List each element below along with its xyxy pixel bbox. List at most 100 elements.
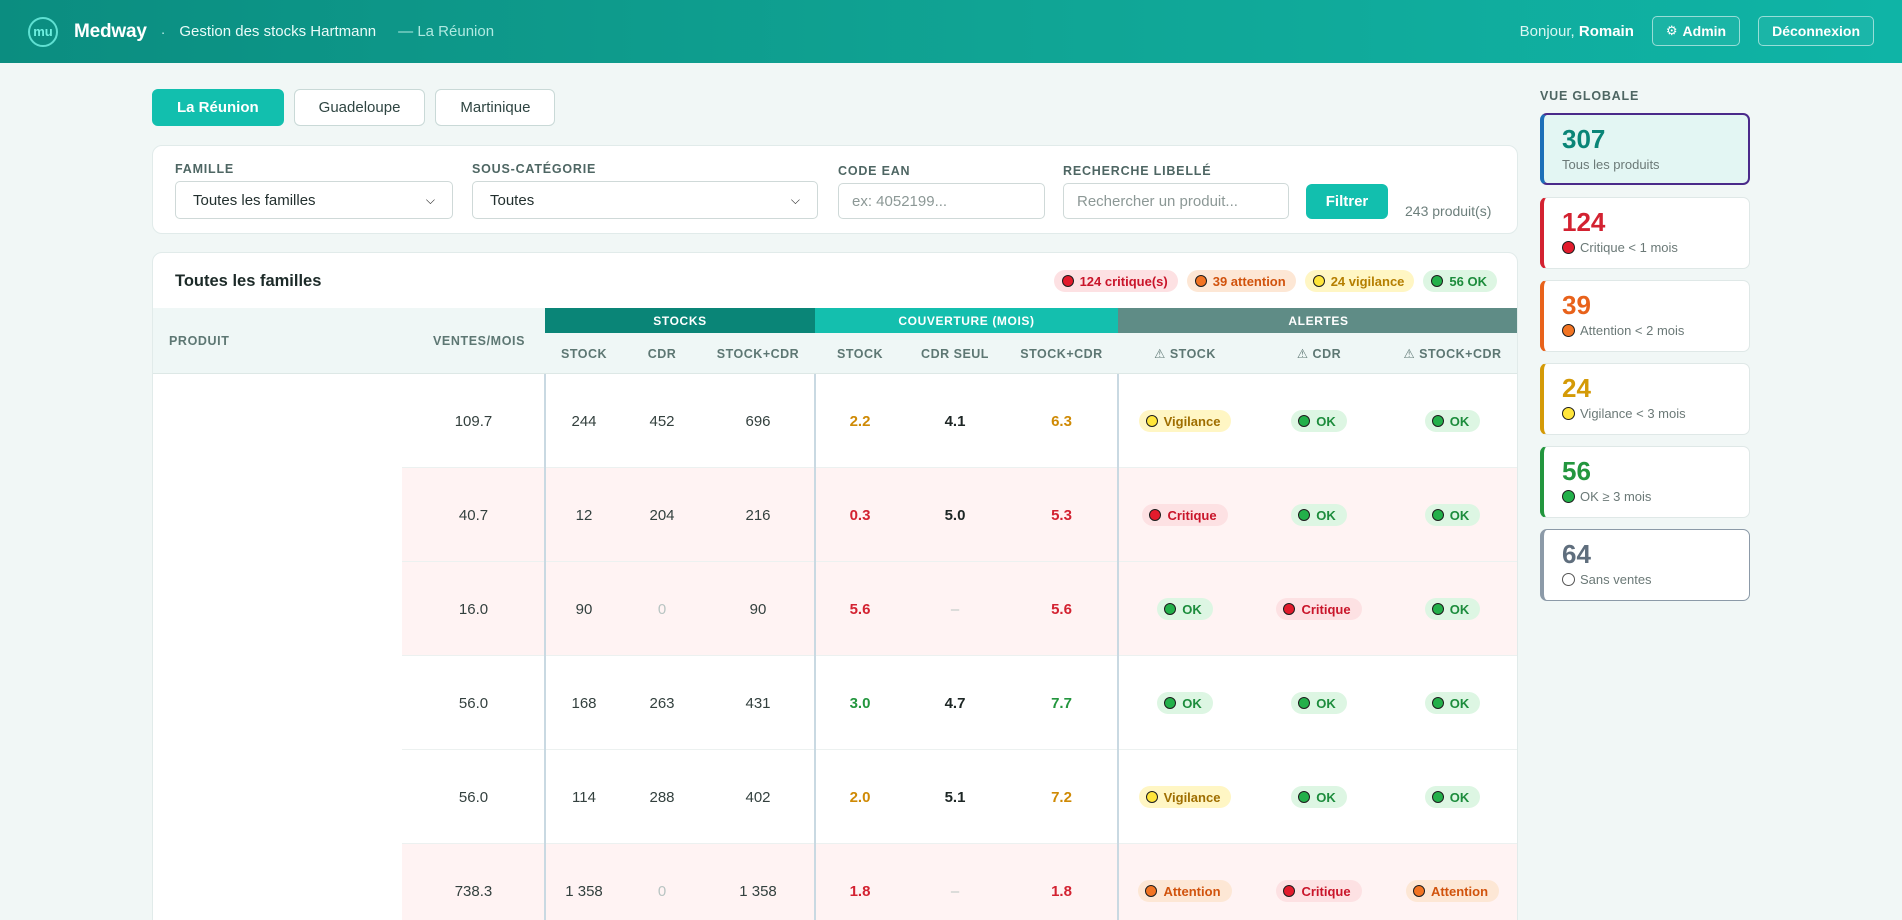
badge-label: Attention — [1163, 883, 1221, 899]
products-table-card: Toutes les familles 124 critique(s) 39 a… — [152, 252, 1518, 920]
cell-alert-cdr: OK — [1252, 374, 1386, 468]
cell-cov-cdr: – — [950, 600, 960, 618]
stat-label: OK ≥ 3 mois — [1562, 489, 1749, 504]
cell-alert-stock: OK — [1118, 656, 1252, 750]
red-dot-icon — [1061, 275, 1074, 287]
yellow-dot-icon — [1145, 415, 1158, 427]
col-header-produit[interactable]: PRODUIT — [169, 334, 229, 348]
ok-badge: OK — [1157, 598, 1213, 620]
critique-badge: Critique — [1276, 598, 1362, 620]
stat-card-ok[interactable]: 56 OK ≥ 3 mois — [1540, 446, 1750, 518]
table-row[interactable]: 109.7 244 452 696 2.2 4.1 6.3 Vigilance … — [402, 374, 1517, 468]
stat-card-sans-ventes[interactable]: 64 Sans ventes — [1540, 529, 1750, 601]
cell-cov-cdr: 4.1 — [944, 412, 966, 430]
cell-alert-total: Attention — [1386, 844, 1517, 920]
green-dot-icon — [1298, 509, 1311, 521]
filter-button[interactable]: Filtrer — [1306, 184, 1388, 219]
table-row[interactable]: 40.7 12 204 216 0.3 5.0 5.3 Critique OK … — [402, 468, 1517, 562]
red-dot-icon — [1283, 885, 1296, 897]
col-header-alert-stock[interactable]: ⚠ STOCK — [1118, 333, 1252, 374]
cell-cov-total: 7.2 — [1051, 788, 1072, 806]
divider — [544, 374, 546, 920]
ok-badge: OK — [1291, 692, 1347, 714]
table-row[interactable]: 56.0 168 263 431 3.0 4.7 7.7 OK OK OK — [402, 656, 1517, 750]
cell-stock: 168 — [571, 694, 597, 712]
group-header-stocks: STOCKS — [545, 308, 815, 333]
badge-label: OK — [1449, 695, 1470, 711]
ean-input[interactable]: ex: 4052199... — [838, 183, 1045, 219]
tab-guadeloupe[interactable]: Guadeloupe — [293, 89, 426, 126]
status-summary: 124 critique(s) 39 attention 24 vigilanc… — [1053, 270, 1497, 292]
col-header-stock[interactable]: STOCK — [545, 333, 623, 374]
attention-summary-text: 39 attention — [1212, 273, 1286, 289]
col-header-cov-stock[interactable]: STOCK — [815, 333, 905, 374]
badge-label: Vigilance — [1163, 789, 1221, 805]
cell-cov-cdr: 4.7 — [944, 694, 966, 712]
cell-cov-total: 7.7 — [1051, 694, 1072, 712]
cell-ventes: 56.0 — [458, 694, 489, 712]
ok-badge: OK — [1424, 692, 1481, 714]
attention-summary-badge[interactable]: 39 attention — [1186, 270, 1296, 292]
ok-badge: OK — [1424, 598, 1481, 620]
vigilance-summary-badge[interactable]: 24 vigilance — [1304, 270, 1415, 292]
cell-alert-stock: Vigilance — [1118, 750, 1252, 844]
col-header-alert-stock-cdr[interactable]: ⚠ STOCK+CDR — [1386, 333, 1517, 374]
cell-cdr: 0 — [657, 600, 667, 618]
admin-button[interactable]: ⚙ Admin — [1651, 16, 1741, 46]
badge-label: Critique — [1301, 883, 1351, 899]
badge-label: OK — [1449, 789, 1470, 805]
col-header-ventes[interactable]: VENTES/MOIS — [433, 334, 525, 348]
cell-cov-stock: 2.2 — [849, 412, 871, 430]
greeting-prefix: Bonjour, — [1519, 22, 1575, 40]
col-header-cov-cdr[interactable]: CDR SEUL — [905, 333, 1005, 374]
green-dot-icon — [1431, 603, 1444, 615]
cell-alert-stock: Critique — [1118, 468, 1252, 562]
table-row[interactable]: 56.0 114 288 402 2.0 5.1 7.2 Vigilance O… — [402, 750, 1517, 844]
famille-label: FAMILLE — [175, 162, 235, 176]
vigilance-summary-text: 24 vigilance — [1330, 273, 1405, 289]
cell-stock-cdr: 1 358 — [739, 882, 777, 900]
tab-la-reunion[interactable]: La Réunion — [152, 89, 284, 126]
stat-card-critique[interactable]: 124 Critique < 1 mois — [1540, 197, 1750, 269]
stat-card-attention[interactable]: 39 Attention < 2 mois — [1540, 280, 1750, 352]
table-row[interactable]: 16.0 90 0 90 5.6 – 5.6 OK Critique OK — [402, 562, 1517, 656]
table-row[interactable]: 738.3 1 358 0 1 358 1.8 – 1.8 Attention … — [402, 844, 1517, 920]
cell-alert-total: OK — [1386, 468, 1517, 562]
logout-button[interactable]: Déconnexion — [1758, 16, 1874, 46]
cell-ventes: 40.7 — [458, 506, 489, 524]
search-input[interactable]: Rechercher un produit... — [1063, 183, 1289, 219]
souscat-label: SOUS-CATÉGORIE — [472, 162, 597, 176]
brand-name[interactable]: Medway — [74, 21, 147, 43]
ok-summary-text: 56 OK — [1449, 273, 1487, 289]
ok-badge: OK — [1424, 410, 1481, 432]
col-header-alert-cdr[interactable]: ⚠ CDR — [1252, 333, 1386, 374]
stat-value: 124 — [1562, 207, 1606, 237]
badge-label: OK — [1316, 507, 1336, 523]
stat-value: 307 — [1562, 124, 1606, 154]
cell-cdr: 288 — [649, 788, 675, 806]
cell-cov-total: 5.6 — [1051, 600, 1072, 618]
cell-alert-total: OK — [1386, 750, 1517, 844]
vigilance-badge: Vigilance — [1138, 786, 1232, 808]
famille-select[interactable]: Toutes les familles ⌵ — [175, 181, 453, 219]
critique-summary-badge[interactable]: 124 critique(s) — [1053, 270, 1178, 292]
divider — [1117, 374, 1119, 920]
stat-card-total[interactable]: 307 Tous les produits — [1540, 113, 1750, 185]
souscat-value: Toutes — [490, 191, 535, 209]
col-header-cov-stock-cdr[interactable]: STOCK+CDR — [1005, 333, 1118, 374]
ok-summary-badge[interactable]: 56 OK — [1423, 270, 1497, 292]
tab-martinique[interactable]: Martinique — [435, 89, 556, 126]
cell-alert-total: OK — [1386, 374, 1517, 468]
green-dot-icon — [1431, 697, 1444, 709]
stat-label: Attention < 2 mois — [1562, 323, 1749, 338]
col-header-cdr[interactable]: CDR — [623, 333, 701, 374]
col-header-stock-cdr[interactable]: STOCK+CDR — [701, 333, 815, 374]
stat-label: Critique < 1 mois — [1562, 240, 1749, 255]
stat-card-vigilance[interactable]: 24 Vigilance < 3 mois — [1540, 363, 1750, 435]
search-placeholder: Rechercher un produit... — [1077, 192, 1238, 210]
logo-icon[interactable]: mu — [28, 16, 58, 47]
region-tabs: La Réunion Guadeloupe Martinique — [152, 89, 556, 126]
souscat-select[interactable]: Toutes ⌵ — [472, 181, 818, 219]
badge-label: OK — [1182, 601, 1202, 617]
green-dot-icon — [1298, 791, 1311, 803]
